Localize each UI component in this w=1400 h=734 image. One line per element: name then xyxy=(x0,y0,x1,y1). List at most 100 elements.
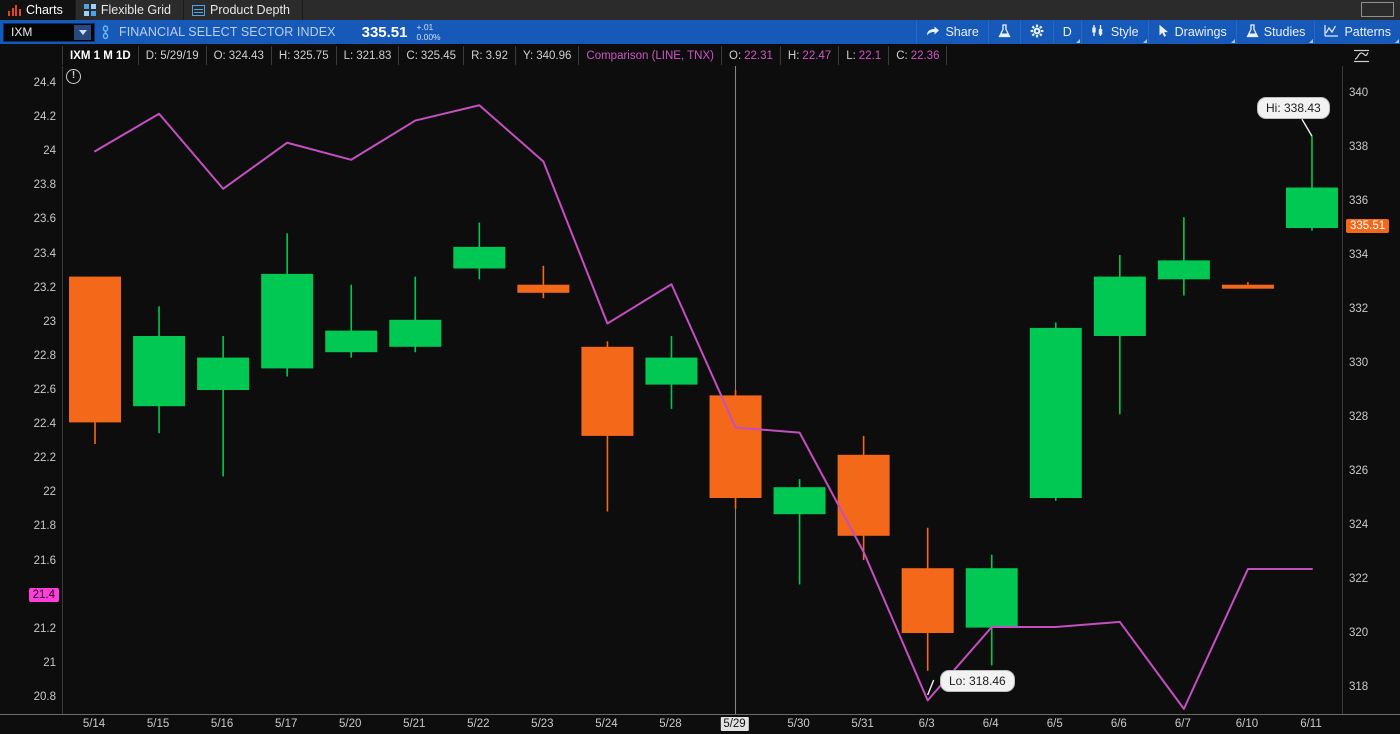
candle-5/30[interactable] xyxy=(773,479,826,585)
candle-6/5[interactable] xyxy=(1029,322,1082,501)
candle-5/23[interactable] xyxy=(517,265,570,299)
drawings-button[interactable]: Drawings xyxy=(1147,20,1236,44)
dropdown-corner-icon xyxy=(1230,39,1235,43)
price-change: +.01 0.00% xyxy=(417,22,441,42)
candle-body xyxy=(1221,284,1274,289)
tab-charts[interactable]: Charts xyxy=(0,0,76,20)
candle-body xyxy=(581,346,634,436)
axis-tick-right: 336 xyxy=(1349,195,1369,207)
axis-tick-left: 21.8 xyxy=(33,520,56,533)
date-axis-tick: 5/24 xyxy=(595,718,618,730)
line-chart-icon[interactable] xyxy=(1352,48,1372,64)
date-axis-tick: 6/3 xyxy=(918,718,935,730)
date-axis-tick: 6/7 xyxy=(1174,718,1191,730)
timeframe-button[interactable]: D xyxy=(1052,20,1081,44)
info-open: O: 324.43 xyxy=(207,46,272,65)
candle-5/28[interactable] xyxy=(645,336,698,409)
settings-button[interactable] xyxy=(1019,20,1053,44)
candle-5/29[interactable] xyxy=(709,390,762,509)
axis-tick-right: 332 xyxy=(1349,303,1369,315)
studies-button[interactable]: Studies xyxy=(1235,20,1315,44)
axis-tick-left: 23 xyxy=(43,315,56,328)
price-axis-right[interactable]: 340 338 336 334 332 330 328 326 324 322 320 318 335.… xyxy=(1343,66,1400,714)
date-axis-tick: 6/6 xyxy=(1110,718,1127,730)
alert-circle-icon[interactable]: ! xyxy=(66,69,81,84)
symbol-input[interactable]: IXM xyxy=(3,22,95,42)
high-marker-tooltip: Hi: 338.43 xyxy=(1257,97,1330,119)
gear-icon xyxy=(1030,24,1044,41)
tab-strip: Charts Flexible Grid Product Depth xyxy=(0,0,1400,20)
date-axis-tick: 5/30 xyxy=(787,718,810,730)
axis-tick-right: 318 xyxy=(1349,681,1369,693)
symbol-description: FINANCIAL SELECT SECTOR INDEX xyxy=(119,25,336,39)
axis-tick-right: 334 xyxy=(1349,249,1369,261)
dropdown-corner-icon xyxy=(1309,39,1314,43)
date-axis-tick: 5/28 xyxy=(659,718,682,730)
candle-6/10[interactable] xyxy=(1221,282,1274,289)
candle-body xyxy=(1285,187,1338,228)
candle-5/24[interactable] xyxy=(581,341,634,512)
symbol-value: IXM xyxy=(11,25,33,39)
candle-body xyxy=(965,568,1018,628)
dropdown-corner-icon xyxy=(1075,39,1080,43)
axis-tick-left: 22.8 xyxy=(33,349,56,362)
candle-body xyxy=(1029,327,1082,498)
axis-tick-right: 320 xyxy=(1349,627,1369,639)
candle-5/15[interactable] xyxy=(133,306,186,434)
link-chain-icon[interactable] xyxy=(95,24,115,40)
candle-body xyxy=(1093,276,1146,336)
style-button[interactable]: Style xyxy=(1080,20,1148,44)
candle-5/20[interactable] xyxy=(325,284,378,358)
cursor-arrow-icon xyxy=(1158,24,1170,41)
candle-body xyxy=(325,330,378,353)
candle-5/17[interactable] xyxy=(261,233,314,377)
candle-6/6[interactable] xyxy=(1093,255,1146,415)
date-axis-tick: 5/16 xyxy=(210,718,234,730)
axis-tick-right: 330 xyxy=(1349,357,1369,369)
comparison-line-tnx[interactable] xyxy=(94,104,1313,710)
price-axis-right-current-tag: 335.51 xyxy=(1346,219,1390,234)
candle-6/7[interactable] xyxy=(1157,217,1210,296)
candle-6/11[interactable] xyxy=(1285,136,1338,231)
date-axis-tick: 5/22 xyxy=(467,718,490,730)
change-absolute: +.01 xyxy=(416,22,434,32)
axis-tick-left: 23.8 xyxy=(33,179,56,192)
candle-5/31[interactable] xyxy=(837,435,890,561)
chart-plot-area[interactable] xyxy=(62,66,1343,714)
share-label: Share xyxy=(945,25,979,39)
info-close: C: 325.45 xyxy=(399,46,465,65)
candle-6/3[interactable] xyxy=(901,527,954,671)
axis-tick-right: 322 xyxy=(1349,573,1369,585)
tab-flexible-grid[interactable]: Flexible Grid xyxy=(76,0,184,20)
high-marker-leader xyxy=(1301,118,1313,137)
low-marker-tooltip: Lo: 318.46 xyxy=(940,670,1015,692)
candle-5/14[interactable] xyxy=(69,276,122,444)
date-axis[interactable]: 5/14 5/15 5/16 5/17 5/20 5/21 5/22 5/23 5/24 5/28… xyxy=(0,714,1400,734)
date-axis-tick: 5/23 xyxy=(531,718,554,730)
patterns-button[interactable]: Patterns xyxy=(1314,20,1400,44)
share-button[interactable]: Share xyxy=(916,20,987,44)
candle-body xyxy=(709,395,762,498)
candle-5/22[interactable] xyxy=(453,222,506,280)
chevron-down-icon[interactable] xyxy=(74,24,91,40)
tab-product-depth[interactable]: Product Depth xyxy=(184,0,303,20)
axis-tick-left: 22 xyxy=(43,486,56,499)
date-axis-tick: 5/21 xyxy=(403,718,426,730)
axis-tick-left: 21.6 xyxy=(33,554,56,567)
candle-5/16[interactable] xyxy=(197,336,250,477)
price-axis-left[interactable]: 24.4 24.2 24 23.8 23.6 23.4 23.2 23 22.8 22.6 22.4… xyxy=(0,66,62,714)
candlestick-canvas xyxy=(69,66,1338,714)
axis-tick-left: 24 xyxy=(43,145,56,158)
candle-5/21[interactable] xyxy=(389,276,442,353)
flask-icon xyxy=(998,23,1011,41)
candle-body xyxy=(69,276,122,423)
tab-label: Product Depth xyxy=(210,3,290,17)
price-axis-left-current-tag: 21.4 xyxy=(28,587,59,602)
tab-label: Charts xyxy=(26,3,63,17)
comparison-label[interactable]: Comparison (LINE, TNX) xyxy=(579,46,722,65)
axis-tick-left: 21.2 xyxy=(33,622,56,635)
date-axis-tick: 6/10 xyxy=(1235,718,1259,730)
candle-body xyxy=(1157,260,1210,280)
studies-flask-button[interactable] xyxy=(987,20,1020,44)
window-restore-button[interactable] xyxy=(1361,2,1394,17)
